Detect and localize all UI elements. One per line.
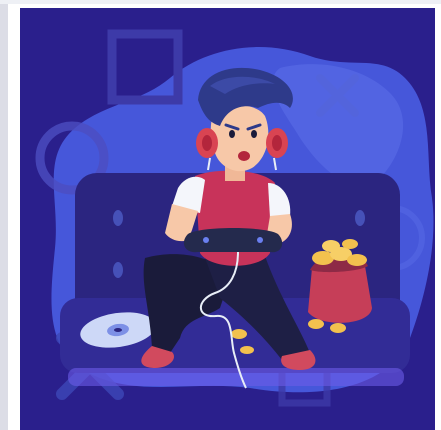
mouth [238, 151, 250, 161]
couch-base [68, 368, 404, 386]
eye-right [251, 130, 257, 138]
couch-button [113, 210, 123, 226]
couch-button [113, 262, 123, 278]
couch-button [355, 210, 365, 226]
left-border-strip [0, 0, 8, 430]
image-frame [0, 0, 441, 430]
eye-left [229, 130, 235, 138]
gamer-illustration [20, 8, 435, 430]
gamepad-controller-icon [183, 228, 283, 253]
top-border-strip [0, 0, 441, 4]
